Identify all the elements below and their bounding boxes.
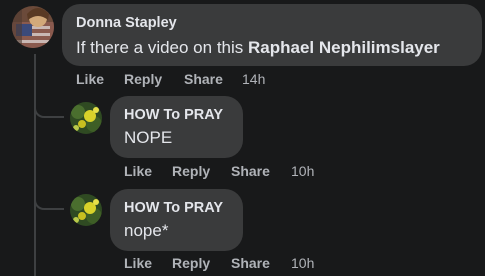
reply-button[interactable]: Reply	[172, 163, 210, 179]
like-button[interactable]: Like	[76, 71, 104, 87]
comment-thread: Donna Stapley If there a video on this R…	[0, 0, 485, 276]
comment-timestamp[interactable]: 10h	[291, 255, 314, 271]
mention-link[interactable]: Raphael Nephilimslayer	[248, 38, 440, 57]
avatar-flag-image	[12, 6, 54, 48]
avatar[interactable]	[70, 102, 102, 134]
avatar-flowers-image	[70, 102, 102, 134]
avatar[interactable]	[12, 6, 54, 48]
comment-author[interactable]: HOW To PRAY	[124, 107, 223, 123]
thread-connector	[34, 104, 64, 118]
comment-bubble: HOW To PRAY nope*	[110, 189, 243, 251]
comment-actions: Like Reply Share 14h	[76, 71, 296, 89]
like-button[interactable]: Like	[124, 163, 152, 179]
comment-text: NOPE	[124, 128, 173, 147]
comment-text: If there a video on this Raphael Nephili…	[76, 38, 440, 58]
comment-timestamp[interactable]: 10h	[291, 163, 314, 179]
avatar-flowers-image	[70, 194, 102, 226]
comment-author[interactable]: HOW To PRAY	[124, 200, 223, 216]
comment-actions: Like Reply Share 10h	[124, 163, 344, 181]
reply-button[interactable]: Reply	[124, 71, 162, 87]
share-button[interactable]: Share	[184, 71, 223, 87]
comment-author[interactable]: Donna Stapley	[76, 15, 177, 31]
comment-timestamp[interactable]: 14h	[242, 71, 265, 87]
thread-connector	[34, 196, 64, 210]
like-button[interactable]: Like	[124, 255, 152, 271]
share-button[interactable]: Share	[231, 255, 270, 271]
comment-text: nope*	[124, 221, 169, 240]
avatar[interactable]	[70, 194, 102, 226]
thread-line	[34, 54, 36, 276]
comment-bubble: HOW To PRAY NOPE	[110, 96, 243, 158]
comment-actions: Like Reply Share 10h	[124, 255, 344, 273]
reply-button[interactable]: Reply	[172, 255, 210, 271]
comment-bubble: Donna Stapley If there a video on this R…	[62, 4, 482, 66]
share-button[interactable]: Share	[231, 163, 270, 179]
comment-text-prefix: If there a video on this	[76, 38, 248, 57]
